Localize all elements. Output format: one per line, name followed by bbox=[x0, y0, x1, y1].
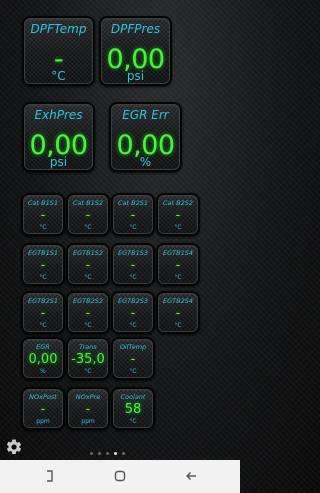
gauge-title: EGTB1S1 bbox=[28, 249, 58, 257]
gauge-title: EGR bbox=[36, 343, 50, 351]
gauge-title: EGR Err bbox=[122, 108, 169, 122]
gauge-title: EGTB1S2 bbox=[73, 249, 103, 257]
gauge-title: EGTB2S3 bbox=[118, 297, 148, 305]
gauge-coolant[interactable]: Coolant 58 °C bbox=[111, 387, 155, 430]
gauge-title: Cat B1S2 bbox=[73, 199, 103, 207]
gauge-value: 0,00 bbox=[28, 352, 58, 367]
gauge-title: Cat B2S2 bbox=[163, 199, 193, 207]
home-icon[interactable] bbox=[114, 470, 126, 482]
gauge-unit: °C bbox=[129, 418, 137, 425]
gauge-egt-b2s3[interactable]: EGTB2S3 - °C bbox=[111, 291, 155, 334]
gauge-value: - bbox=[85, 258, 91, 273]
gauge-unit: °C bbox=[84, 224, 92, 231]
gauge-title: EGTB1S3 bbox=[118, 249, 148, 257]
gauge-exh-pres[interactable]: ExhPres 0,00 psi bbox=[22, 102, 95, 172]
gauge-cat-b2s1[interactable]: Cat B2S1 - °C bbox=[111, 193, 155, 236]
gauge-unit: psi bbox=[126, 69, 145, 83]
gauge-egr[interactable]: EGR 0,00 % bbox=[21, 337, 65, 380]
gauge-egr-err[interactable]: EGR Err 0,00 % bbox=[109, 102, 182, 172]
gauge-unit: ppm bbox=[81, 418, 95, 425]
gauge-unit: °C bbox=[174, 322, 182, 329]
gauge-value: 58 bbox=[124, 402, 142, 417]
gauge-value: - bbox=[175, 208, 181, 223]
gauge-egt-b2s4[interactable]: EGTB2S4 - °C bbox=[156, 291, 200, 334]
gauge-unit: °C bbox=[129, 224, 137, 231]
gauge-title: ExhPres bbox=[34, 108, 83, 122]
gauge-egt-b2s1[interactable]: EGTB2S1 - °C bbox=[21, 291, 65, 334]
gauge-cat-b1s1[interactable]: Cat B1S1 - °C bbox=[21, 193, 65, 236]
recent-apps-icon[interactable] bbox=[43, 470, 55, 482]
gauge-egt-b1s1[interactable]: EGTB1S1 - °C bbox=[21, 243, 65, 286]
gauge-title: EGTB2S4 bbox=[163, 297, 193, 305]
system-navigation-bar bbox=[0, 460, 240, 493]
gauge-value: - bbox=[130, 208, 136, 223]
gauge-unit: °C bbox=[84, 368, 92, 375]
gauge-unit: °C bbox=[84, 322, 92, 329]
gauge-unit: % bbox=[139, 155, 152, 169]
gauge-value: - bbox=[130, 258, 136, 273]
gauge-title: NOxPre bbox=[75, 393, 101, 401]
gauge-unit: ppm bbox=[36, 418, 50, 425]
gauge-cat-b2s2[interactable]: Cat B2S2 - °C bbox=[156, 193, 200, 236]
page-dot[interactable] bbox=[122, 452, 125, 455]
gauge-value: - bbox=[40, 208, 46, 223]
gauge-cat-b1s2[interactable]: Cat B1S2 - °C bbox=[66, 193, 110, 236]
gauge-unit: °C bbox=[84, 274, 92, 281]
gauge-unit: °C bbox=[39, 274, 47, 281]
page-dot[interactable] bbox=[98, 452, 101, 455]
gauge-egt-b1s4[interactable]: EGTB1S4 - °C bbox=[156, 243, 200, 286]
gauge-value: - bbox=[175, 306, 181, 321]
gauge-value: - bbox=[85, 402, 91, 417]
gauge-unit: °C bbox=[174, 224, 182, 231]
gauge-egt-b1s2[interactable]: EGTB1S2 - °C bbox=[66, 243, 110, 286]
gauge-trans[interactable]: Trans -35,0 °C bbox=[66, 337, 110, 380]
gauge-value: - bbox=[40, 306, 46, 321]
gauge-unit: °C bbox=[129, 274, 137, 281]
gauge-title: Cat B2S1 bbox=[118, 199, 148, 207]
gauge-title: EGTB2S1 bbox=[28, 297, 58, 305]
gauge-unit: °C bbox=[39, 224, 47, 231]
gauge-egt-b1s3[interactable]: EGTB1S3 - °C bbox=[111, 243, 155, 286]
page-dot[interactable] bbox=[106, 452, 109, 455]
gauge-title: Trans bbox=[79, 343, 97, 351]
gauge-value: - bbox=[85, 208, 91, 223]
gauge-unit: °C bbox=[39, 322, 47, 329]
gauge-unit: °C bbox=[51, 69, 66, 83]
gauge-dpf-pres[interactable]: DPFPres 0,00 psi bbox=[99, 16, 172, 86]
page-indicator bbox=[90, 452, 140, 458]
gauge-value: - bbox=[85, 306, 91, 321]
gauge-unit: °C bbox=[129, 368, 137, 375]
gauge-value: -35,0 bbox=[71, 352, 105, 367]
gauge-value: - bbox=[40, 402, 46, 417]
page-dot[interactable] bbox=[90, 452, 93, 455]
gauge-value: - bbox=[175, 258, 181, 273]
gauge-unit: °C bbox=[174, 274, 182, 281]
gauge-title: OilTemp bbox=[119, 343, 147, 351]
gauge-value: - bbox=[130, 306, 136, 321]
gauge-title: Cat B1S1 bbox=[28, 199, 58, 207]
gauge-title: NOxPost bbox=[29, 393, 57, 401]
back-icon[interactable] bbox=[185, 470, 197, 482]
gauge-oil-temp[interactable]: OilTemp - °C bbox=[111, 337, 155, 380]
gauge-value: - bbox=[130, 352, 136, 367]
gauge-title: EGTB1S4 bbox=[163, 249, 193, 257]
gauge-nox-post[interactable]: NOxPost - ppm bbox=[21, 387, 65, 430]
gauge-unit: psi bbox=[49, 155, 68, 169]
gauge-unit: °C bbox=[129, 322, 137, 329]
gauge-unit: % bbox=[40, 368, 46, 375]
gauge-nox-pre[interactable]: NOxPre - ppm bbox=[66, 387, 110, 430]
gauge-dpf-temp[interactable]: DPFTemp - °C bbox=[22, 16, 95, 86]
gauge-title: EGTB2S2 bbox=[73, 297, 103, 305]
gauge-value: - bbox=[40, 258, 46, 273]
gauge-title: DPFTemp bbox=[30, 22, 87, 36]
settings-gear-icon[interactable] bbox=[5, 438, 23, 456]
gauge-title: DPFPres bbox=[110, 22, 161, 36]
gauge-title: Coolant bbox=[120, 393, 146, 401]
page-dot-active[interactable] bbox=[114, 452, 117, 455]
gauge-egt-b2s2[interactable]: EGTB2S2 - °C bbox=[66, 291, 110, 334]
